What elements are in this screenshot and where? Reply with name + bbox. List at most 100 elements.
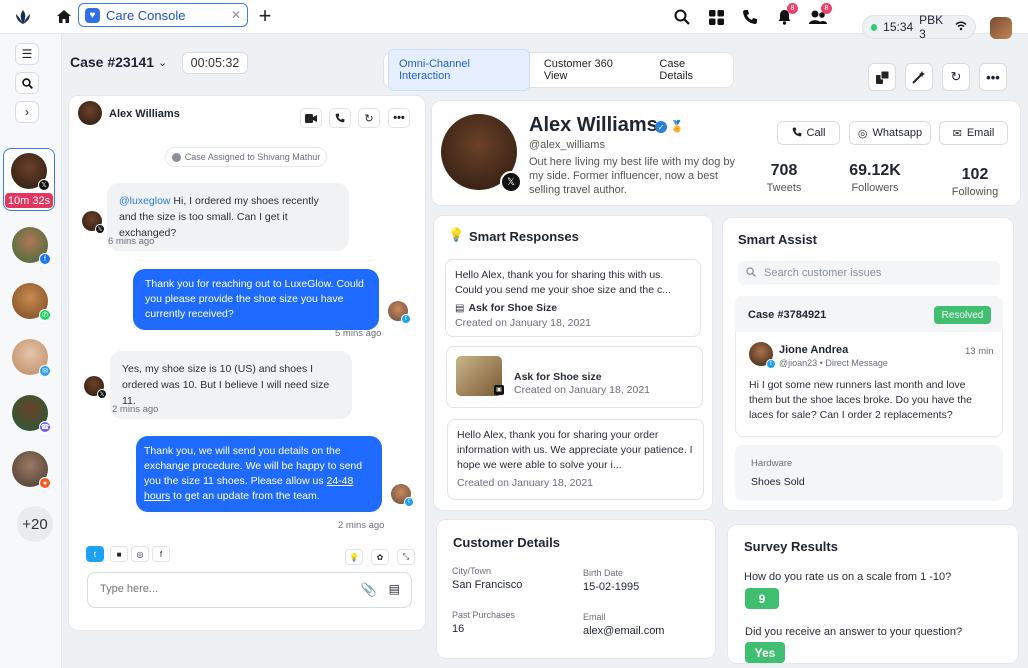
- conversation-timer: 10m 32s: [5, 193, 53, 208]
- agent-avatar: t: [391, 484, 414, 507]
- search-icon[interactable]: [15, 72, 39, 94]
- whatsapp-icon[interactable]: ◎: [131, 546, 149, 562]
- whatsapp-channel-icon: ✆: [39, 309, 51, 321]
- phone-icon[interactable]: [329, 108, 351, 128]
- document-icon: ▤: [455, 303, 465, 314]
- detail-purchases: Past Purchases 16: [452, 610, 515, 635]
- wifi-icon: [955, 20, 967, 34]
- response-card[interactable]: Hello Alex, thank you for sharing your o…: [447, 419, 704, 500]
- tab-care-console[interactable]: ♥ Care Console ✕: [78, 3, 248, 27]
- stat-following: 102 Following: [946, 166, 1004, 198]
- messenger-channel-icon: ✉: [39, 365, 51, 377]
- whatsapp-label: Whatsapp: [872, 127, 923, 139]
- avatar-viber-contact[interactable]: ☎: [12, 395, 51, 433]
- app-logo-icon[interactable]: [12, 6, 34, 28]
- new-tab-button[interactable]: +: [254, 5, 276, 27]
- more-conversations-count[interactable]: +20: [17, 506, 53, 542]
- facebook-channel-icon: f: [39, 253, 51, 265]
- survey-answer: Yes: [745, 642, 785, 663]
- case-timer: 00:05:32: [182, 52, 248, 74]
- transfer-icon[interactable]: [868, 63, 896, 91]
- category-card: [735, 445, 1003, 501]
- smart-responses-title: Smart Responses: [469, 229, 579, 244]
- chat-bubble-icon[interactable]: ■: [110, 546, 128, 562]
- twitter-channel-icon: t: [401, 314, 411, 324]
- response-title: Ask for Shoe Size: [468, 302, 558, 314]
- whatsapp-button[interactable]: ◎ Whatsapp: [849, 121, 931, 145]
- stat-value: 708: [770, 162, 798, 179]
- avatar-whatsapp-contact[interactable]: ✆: [12, 283, 51, 321]
- stat-value: 69.12K: [849, 162, 901, 179]
- agent-status-pill[interactable]: 15:34 PBK 3: [862, 13, 976, 41]
- case-assigned-note: Case Assigned to Shivang Mathur: [165, 147, 327, 167]
- stat-label: Followers: [851, 182, 899, 194]
- profile-name: Alex Williams: [529, 114, 658, 136]
- home-icon[interactable]: [54, 6, 74, 26]
- survey-question: How do you rate us on a scale from 1 -10…: [744, 571, 952, 583]
- lightbulb-icon[interactable]: 💡: [345, 549, 363, 565]
- team-icon[interactable]: 8: [808, 3, 832, 27]
- magic-wand-icon[interactable]: [905, 63, 933, 91]
- lightbulb-icon: 💡: [448, 227, 465, 242]
- profile-bio: Out here living my best life with my dog…: [529, 156, 736, 196]
- profile-handle: @alex_williams: [529, 139, 605, 151]
- author-avatar: t: [749, 342, 776, 369]
- survey-title: Survey Results: [744, 539, 838, 554]
- related-case-id: Case #3784921: [748, 309, 827, 321]
- avatar-reddit-contact[interactable]: ●: [12, 451, 51, 489]
- email-button[interactable]: ✉ Email: [939, 121, 1008, 145]
- twitter-channel-icon: t: [404, 497, 414, 507]
- viber-channel-icon: ☎: [39, 421, 51, 433]
- video-call-icon[interactable]: [300, 108, 322, 128]
- refresh-icon[interactable]: ↻: [942, 63, 970, 91]
- twitter-channel-icon: t: [766, 359, 776, 369]
- contact-avatar: [78, 101, 102, 125]
- stat-followers: 69.12K Followers: [842, 162, 908, 194]
- response-card[interactable]: Hello Alex, thank you for sharing this w…: [445, 259, 701, 337]
- reddit-channel-icon: ●: [39, 477, 51, 489]
- avatar-facebook-contact[interactable]: f: [12, 227, 51, 265]
- chat-contact-name: Alex Williams: [109, 108, 180, 120]
- tab-omni-channel[interactable]: Omni-Channel Interaction: [388, 49, 530, 91]
- expand-icon[interactable]: ⤡: [397, 549, 415, 565]
- compose-box[interactable]: 📎 ▤: [87, 572, 412, 608]
- detail-label: Email: [583, 612, 606, 622]
- refresh-icon[interactable]: ↻: [358, 108, 380, 128]
- view-tabs: Omni-Channel Interaction Customer 360 Vi…: [383, 49, 734, 91]
- phone-icon[interactable]: [740, 7, 760, 27]
- tab-customer-360[interactable]: Customer 360 View: [534, 50, 646, 90]
- twitter-reply-icon[interactable]: t: [86, 546, 104, 562]
- more-options-icon[interactable]: •••: [979, 63, 1007, 91]
- email-label: Email: [966, 127, 995, 139]
- agent-avatar[interactable]: [990, 17, 1012, 39]
- team-badge: 8: [821, 3, 832, 14]
- search-icon[interactable]: [672, 7, 692, 27]
- message-time: 6 mins ago: [108, 236, 155, 247]
- mention[interactable]: @luxeglow: [119, 195, 171, 207]
- more-options-icon[interactable]: •••: [388, 108, 410, 128]
- response-date: Created on January 18, 2021: [455, 317, 592, 329]
- logo-icon[interactable]: ✿: [371, 549, 389, 565]
- message-time: 5 mins ago: [335, 328, 382, 339]
- facebook-icon[interactable]: f: [152, 546, 170, 562]
- issues-search[interactable]: Search customer issues: [738, 261, 1000, 285]
- notifications-icon[interactable]: 8: [774, 3, 798, 27]
- chevron-down-icon[interactable]: ⌄: [158, 56, 167, 69]
- close-tab-icon[interactable]: ✕: [231, 8, 241, 22]
- tab-case-details[interactable]: Case Details: [649, 50, 729, 90]
- call-button[interactable]: Call: [777, 121, 840, 145]
- template-icon[interactable]: ▤: [389, 582, 400, 596]
- detail-birth-date: Birth Date 15-02-1995: [583, 568, 639, 593]
- menu-icon[interactable]: ☰: [15, 43, 39, 65]
- attachment-icon[interactable]: 📎: [361, 582, 377, 598]
- avatar-messenger-contact[interactable]: ✉: [12, 339, 51, 377]
- expand-chevron-icon[interactable]: ›: [15, 101, 39, 123]
- message-input[interactable]: [100, 583, 350, 595]
- apps-grid-icon[interactable]: [706, 7, 726, 27]
- detail-value[interactable]: alex@email.com: [583, 625, 664, 637]
- response-card[interactable]: ▣ Ask for Shoe size Created on January 1…: [446, 346, 703, 408]
- outgoing-message: Thank you, we will send you details on t…: [136, 436, 382, 512]
- agent-avatar: t: [388, 301, 411, 324]
- active-conversation[interactable]: 𝕏 10m 32s: [3, 148, 55, 211]
- avatar: 𝕏: [11, 153, 50, 191]
